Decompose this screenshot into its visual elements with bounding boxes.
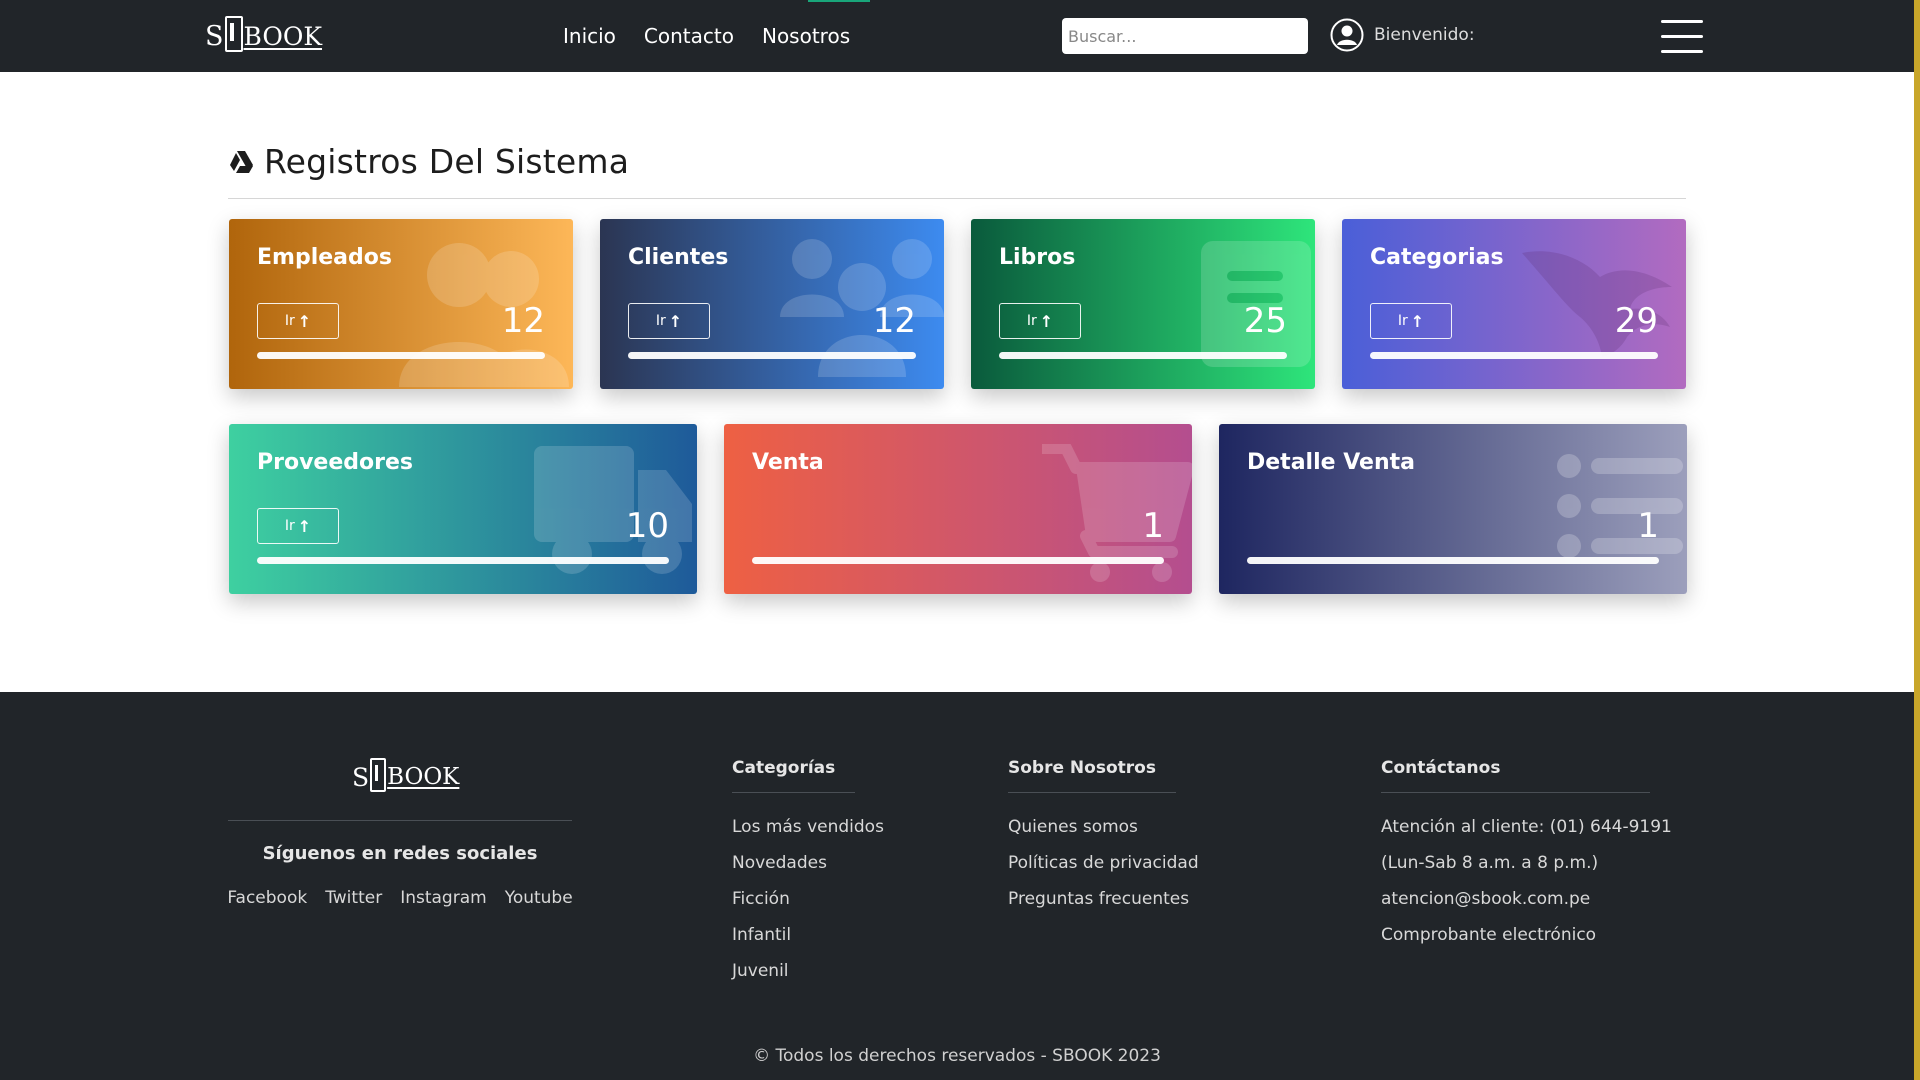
card-categorias: Categorias Ir ↑ 29 [1342,219,1686,389]
card-empleados: Empleados Ir ↑ 12 [229,219,573,389]
contact-hours: (Lun-Sab 8 a.m. a 8 p.m.) [1381,853,1599,873]
card-count: 29 [1614,301,1658,341]
copyright: © Todos los derechos reservados - SBOOK … [753,1046,1161,1066]
arrow-up-icon: ↑ [668,311,683,331]
footer-link[interactable]: Preguntas frecuentes [1008,889,1189,909]
nav-links: Inicio Contacto Nosotros [563,22,850,50]
footer-link[interactable]: Juvenil [732,961,789,981]
card-title: Categorias [1370,245,1504,270]
book-logo-icon [224,16,243,52]
navbar: S BOOK Inicio Contacto Nosotros Bienveni… [0,0,1914,72]
brand-logo[interactable]: S BOOK [205,14,322,58]
card-count: 1 [1142,506,1164,546]
footer-col-title: Sobre Nosotros [1008,758,1176,793]
arrow-up-icon: ↑ [297,311,312,331]
truck-icon [534,446,692,574]
card-progress-bar [752,557,1164,564]
nav-link-inicio[interactable]: Inicio [563,22,616,50]
card-title: Detalle Venta [1247,450,1415,475]
card-count: 1 [1637,506,1659,546]
card-progress-bar [628,352,916,359]
page-scrollbar[interactable] [1914,0,1920,1080]
card-libros: Libros Ir ↑ 25 [971,219,1315,389]
card-progress-bar [1370,352,1658,359]
footer-link[interactable]: Quienes somos [1008,817,1138,837]
card-count: 12 [872,301,916,341]
brand-logo-prefix: S [205,20,224,52]
brand-logo-text: BOOK [243,21,323,51]
search-input[interactable] [1062,18,1308,54]
button-label: Ir [1026,313,1037,329]
social-link-facebook[interactable]: Facebook [227,888,307,908]
contact-phone: Atención al cliente: (01) 644-9191 [1381,817,1672,837]
card-progress-bar [257,352,545,359]
footer-col-categorias: Categorías Los más vendidos Novedades Fi… [732,758,884,989]
card-count: 25 [1243,301,1287,341]
footer-link[interactable]: Novedades [732,853,827,873]
card-progress-bar [999,352,1287,359]
footer-brand-logo[interactable]: S BOOK [352,758,460,794]
card-count: 10 [625,506,669,546]
card-venta: Venta 1 [724,424,1192,594]
list-icon [1557,454,1683,558]
social-title: Síguenos en redes sociales [262,843,538,864]
footer-link[interactable]: Los más vendidos [732,817,884,837]
button-label: Ir [655,313,666,329]
footer-col-contactanos: Contáctanos Atención al cliente: (01) 64… [1381,758,1672,953]
arrow-up-icon: ↑ [1039,311,1054,331]
page: S BOOK Inicio Contacto Nosotros Bienveni… [0,0,1914,1080]
card-title: Libros [999,245,1076,270]
footer-col-sobre-nosotros: Sobre Nosotros Quienes somos Políticas d… [1008,758,1199,917]
book-logo-icon [370,758,387,792]
page-title: Registros Del Sistema [264,142,630,181]
footer-brand-text: BOOK [387,764,460,790]
electronic-receipt-link[interactable]: Comprobante electrónico [1381,925,1596,945]
social-links: Facebook Twitter Instagram Youtube [227,888,573,908]
libros-go-button[interactable]: Ir ↑ [999,303,1081,339]
card-progress-bar [257,557,669,564]
card-title: Clientes [628,245,729,270]
nav-link-nosotros[interactable]: Nosotros [762,22,850,50]
section-heading: Registros Del Sistema [228,142,629,181]
card-title: Proveedores [257,450,413,475]
user-circle-icon [1330,18,1364,52]
hamburger-menu-icon[interactable] [1661,20,1703,54]
social-link-youtube[interactable]: Youtube [505,888,573,908]
footer-col-title: Contáctanos [1381,758,1651,793]
social-link-instagram[interactable]: Instagram [400,888,487,908]
empleados-go-button[interactable]: Ir ↑ [257,303,339,339]
card-detalle-venta: Detalle Venta 1 [1219,424,1687,594]
arrow-up-icon: ↑ [297,516,312,536]
nav-link-contacto[interactable]: Contacto [644,22,734,50]
footer-brand-divider [228,820,572,821]
button-label: Ir [1397,313,1408,329]
categorias-go-button[interactable]: Ir ↑ [1370,303,1452,339]
card-count: 12 [501,301,545,341]
proveedores-go-button[interactable]: Ir ↑ [257,508,339,544]
clientes-go-button[interactable]: Ir ↑ [628,303,710,339]
card-title: Venta [752,450,824,475]
footer-link[interactable]: Políticas de privacidad [1008,853,1199,873]
nav-accent-line [808,0,870,2]
footer-link[interactable]: Ficción [732,889,790,909]
card-progress-bar [1247,557,1659,564]
contact-email-link[interactable]: atencion@sbook.com.pe [1381,889,1590,909]
footer-col-title: Categorías [732,758,856,793]
footer-link[interactable]: Infantil [732,925,791,945]
card-proveedores: Proveedores Ir ↑ 10 [229,424,697,594]
social-link-twitter[interactable]: Twitter [325,888,382,908]
card-title: Empleados [257,245,392,270]
arrow-up-icon: ↑ [1410,311,1425,331]
welcome-text: Bienvenido: [1374,25,1475,45]
footer-brand-prefix: S [352,762,370,792]
button-label: Ir [284,518,295,534]
card-clientes: Clientes Ir ↑ 12 [600,219,944,389]
google-drive-icon [230,150,253,173]
button-label: Ir [284,313,295,329]
user-menu[interactable]: Bienvenido: [1330,18,1475,52]
title-divider [228,198,1686,199]
